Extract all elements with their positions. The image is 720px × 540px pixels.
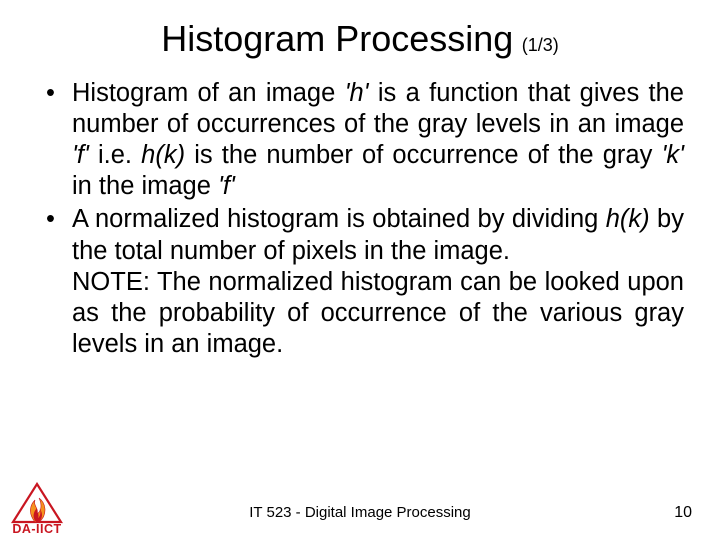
- flame-triangle-icon: [9, 482, 65, 524]
- page-number: 10: [674, 504, 692, 522]
- bullet-text: A normalized histogram is obtained by di…: [72, 204, 684, 360]
- bullet-marker: •: [44, 78, 72, 202]
- logo-text: DA-IICT: [0, 522, 74, 536]
- footer: IT 523 - Digital Image Processing 10: [0, 504, 720, 526]
- institution-logo: DA-IICT: [0, 482, 74, 536]
- slide: Histogram Processing (1/3) • Histogram o…: [0, 0, 720, 540]
- bullet-marker: •: [44, 204, 72, 360]
- slide-title-suffix: (1/3): [522, 35, 559, 55]
- bullet-item: • Histogram of an image 'h' is a functio…: [44, 78, 684, 202]
- bullet-text: Histogram of an image 'h' is a function …: [72, 78, 684, 202]
- bullet-item: • A normalized histogram is obtained by …: [44, 204, 684, 360]
- footer-course: IT 523 - Digital Image Processing: [249, 504, 471, 521]
- title-row: Histogram Processing (1/3): [34, 18, 686, 60]
- content-area: • Histogram of an image 'h' is a functio…: [34, 78, 686, 360]
- slide-title: Histogram Processing: [161, 18, 513, 59]
